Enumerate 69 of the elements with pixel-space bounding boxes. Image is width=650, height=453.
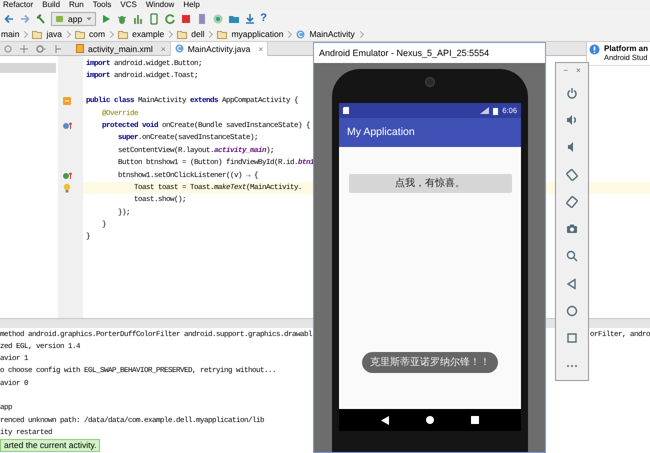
- target-icon[interactable]: [4, 44, 12, 52]
- split-icon[interactable]: [20, 44, 28, 52]
- folder-icon: [75, 30, 86, 38]
- gear-icon[interactable]: [36, 44, 46, 52]
- tab-close-button[interactable]: ×: [160, 42, 166, 56]
- lambda-marker-icon[interactable]: [62, 170, 72, 181]
- battery-icon: [493, 106, 498, 114]
- pin-icon[interactable]: [54, 44, 62, 52]
- sync-icon[interactable]: [212, 12, 224, 24]
- breadcrumb-item[interactable]: main: [1, 28, 20, 41]
- breadcrumb-item[interactable]: MainActivity: [309, 28, 355, 41]
- class-icon: [296, 30, 306, 39]
- back-arrow-icon[interactable]: [3, 12, 15, 24]
- menu-item[interactable]: Tools: [92, 0, 112, 9]
- xml-file-icon: [76, 44, 84, 53]
- breadcrumb-item[interactable]: com: [89, 28, 106, 41]
- folder-icon: [177, 30, 188, 38]
- run-config-dropdown[interactable]: app: [51, 12, 96, 26]
- menu-item[interactable]: Refactor: [3, 0, 34, 9]
- help-button[interactable]: ?: [260, 10, 267, 27]
- back-icon[interactable]: [381, 416, 390, 424]
- notification-title: Platform an: [604, 44, 648, 53]
- camera-lens-icon: [425, 77, 435, 87]
- folder-icon: [32, 30, 42, 38]
- hammer-icon[interactable]: [35, 12, 47, 24]
- editor-tab[interactable]: MainActivity.java ×: [170, 42, 268, 56]
- folder-icon: [217, 30, 228, 38]
- sd-card-icon: [343, 107, 349, 114]
- tab-close-button[interactable]: ×: [258, 42, 264, 56]
- folder-icon: [118, 30, 128, 38]
- android-icon: [55, 14, 64, 23]
- rotate-left-icon[interactable]: [566, 168, 578, 181]
- breadcrumb-item[interactable]: myapplication: [231, 28, 284, 41]
- device-icon[interactable]: [148, 12, 160, 24]
- zoom-icon[interactable]: [566, 250, 578, 262]
- menu-item[interactable]: Window: [146, 0, 174, 9]
- menu-item[interactable]: Help: [183, 0, 200, 9]
- run-icon[interactable]: [100, 12, 112, 24]
- menu-item[interactable]: VCS: [120, 0, 137, 9]
- class-icon: [174, 44, 184, 53]
- signal-icon: [480, 107, 490, 114]
- camera-icon[interactable]: [566, 223, 578, 236]
- surprise-button[interactable]: 点我，有惊喜。: [348, 174, 512, 193]
- stop-icon[interactable]: [180, 12, 192, 24]
- breadcrumb-item[interactable]: java: [46, 28, 62, 41]
- rotate-right-icon[interactable]: [566, 196, 578, 208]
- class-marker-icon[interactable]: [62, 96, 72, 106]
- refresh-icon[interactable]: [164, 12, 176, 24]
- menu-item[interactable]: Build: [42, 0, 60, 9]
- lightbulb-icon[interactable]: [62, 183, 72, 194]
- power-icon[interactable]: [566, 86, 578, 99]
- chart-icon[interactable]: [132, 12, 144, 24]
- window-title: Android Emulator - Nexus_5_API_25:5554: [314, 43, 545, 63]
- breadcrumb-item[interactable]: dell: [191, 28, 204, 41]
- home-icon[interactable]: [426, 416, 434, 424]
- download-icon[interactable]: [244, 12, 256, 24]
- minimize-button[interactable]: −: [563, 65, 568, 77]
- toast-message: 克里斯蒂亚诺罗纳尔锋！！: [362, 352, 498, 373]
- close-button[interactable]: ×: [576, 65, 581, 77]
- app-title: My Application: [347, 124, 415, 140]
- menu-item[interactable]: Run: [69, 0, 84, 9]
- forward-arrow-icon[interactable]: [19, 12, 31, 24]
- notice-balloon: arted the current activity.: [0, 439, 100, 452]
- overview-icon[interactable]: [470, 416, 479, 424]
- volume-up-icon[interactable]: [566, 114, 578, 126]
- override-marker-icon[interactable]: [62, 121, 72, 132]
- breadcrumb-item[interactable]: example: [132, 28, 164, 41]
- selected-row: [0, 63, 56, 73]
- caret-icon: [86, 16, 92, 22]
